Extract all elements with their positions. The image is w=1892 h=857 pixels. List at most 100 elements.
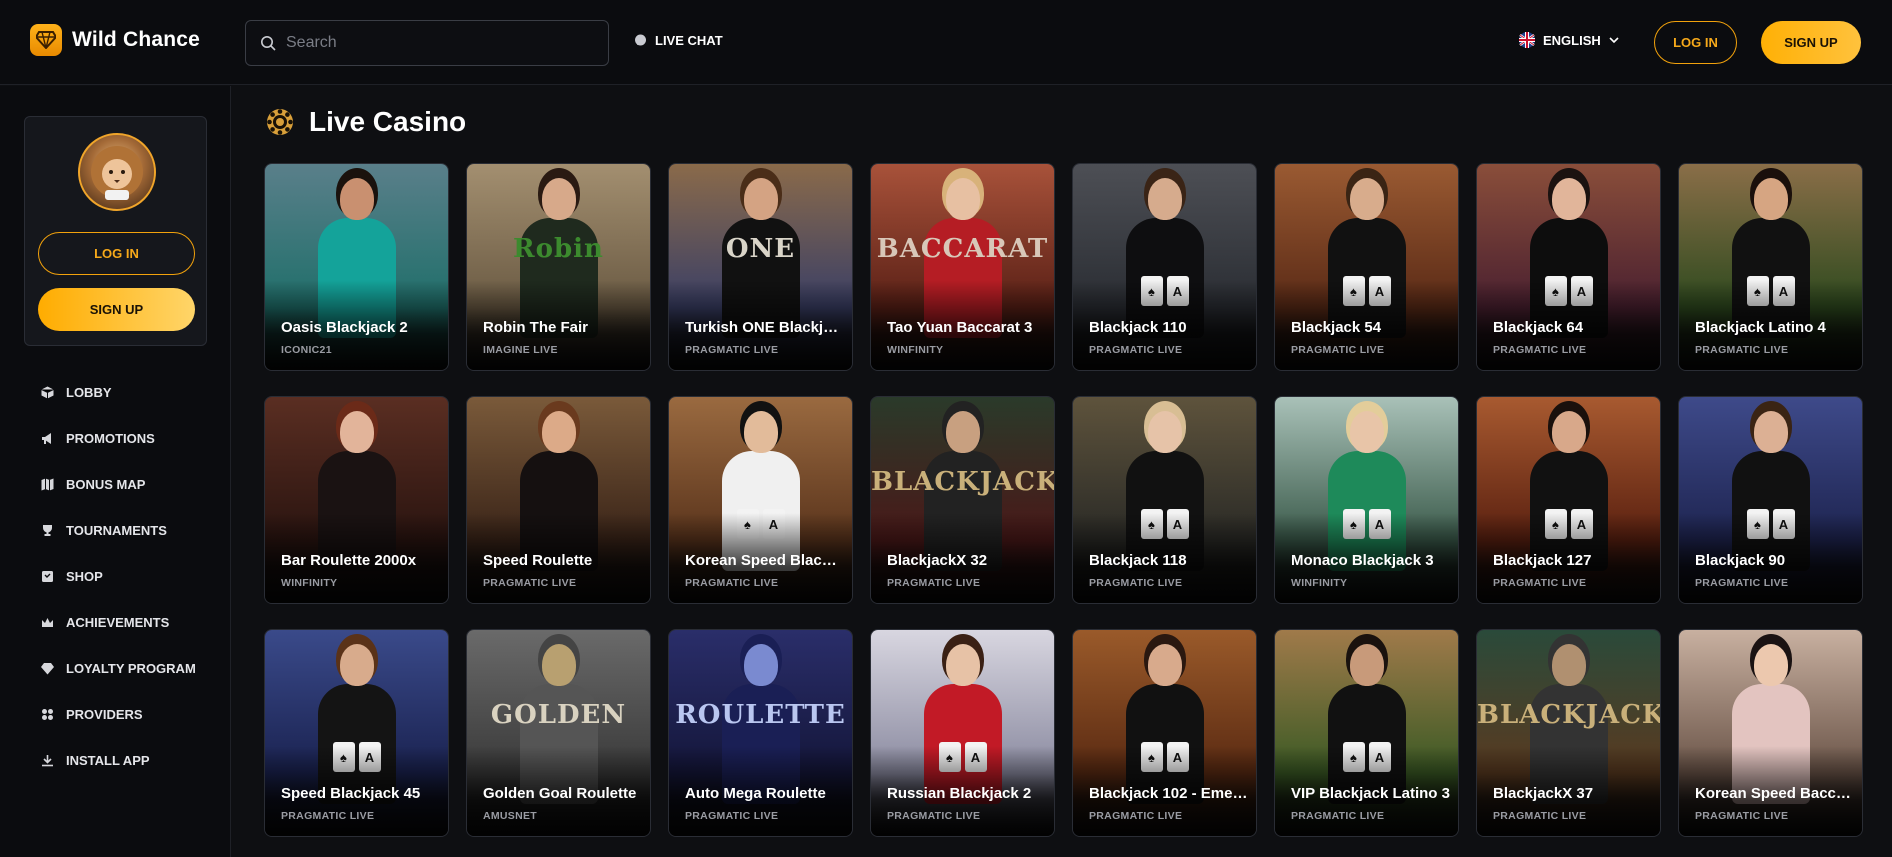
game-card[interactable]: Oasis Blackjack 2 ICONIC21 [264,163,449,371]
game-title: Blackjack 127 [1493,552,1592,569]
sidebar-item-install-app[interactable]: INSTALL APP [40,737,196,783]
game-title: Robin The Fair [483,319,588,336]
grid-icon [40,707,54,721]
game-card[interactable]: ONE Turkish ONE Blackjack PRAGMATIC LIVE [668,163,853,371]
trophy-icon [40,523,54,537]
game-title: Korean Speed Baccar... [1695,785,1854,802]
game-card[interactable]: ♠AVIP Blackjack Latino 3PRAGMATIC LIVE [1274,629,1459,837]
sidebar-item-promotions[interactable]: PROMOTIONS [40,415,196,461]
game-provider: PRAGMATIC LIVE [887,810,981,822]
game-title: Blackjack 102 - Emerald [1089,785,1248,802]
game-provider: PRAGMATIC LIVE [1291,810,1385,822]
game-provider: PRAGMATIC LIVE [685,810,779,822]
sidebar-item-label: LOYALTY PROGRAM [66,660,196,676]
search-box[interactable] [245,20,609,66]
game-card[interactable]: Speed Roulette PRAGMATIC LIVE [466,396,651,604]
game-title: Blackjack 90 [1695,552,1786,569]
game-provider: IMAGINE LIVE [483,344,558,356]
sidebar-item-loyalty-program[interactable]: LOYALTY PROGRAM [40,645,196,691]
live-chat-link[interactable]: LIVE CHAT [634,33,723,48]
game-provider: PRAGMATIC LIVE [685,344,779,356]
game-title: Golden Goal Roulette [483,785,637,802]
diamond-logo-icon [30,24,62,56]
game-card[interactable]: ♠ABlackjack 118PRAGMATIC LIVE [1072,396,1257,604]
cube-icon [40,385,54,399]
game-provider: PRAGMATIC LIVE [483,577,577,589]
sidebar-item-tournaments[interactable]: TOURNAMENTS [40,507,196,553]
game-logo-text: ONE [725,234,796,264]
game-logo-text: Robin [513,234,604,264]
search-input[interactable] [286,34,586,52]
game-card[interactable]: ♠ABlackjack 64PRAGMATIC LIVE [1476,163,1661,371]
page-title: Live Casino [309,106,467,137]
sidebar-item-label: INSTALL APP [66,752,150,768]
game-title: Tao Yuan Baccarat 3 [887,319,1033,336]
game-card[interactable]: BLACKJACK BlackjackX 32 PRAGMATIC LIVE [870,396,1055,604]
game-card[interactable]: Korean Speed Baccar... PRAGMATIC LIVE [1678,629,1863,837]
sidebar-item-providers[interactable]: PROVIDERS [40,691,196,737]
megaphone-icon [40,431,54,445]
sidebar-item-label: TOURNAMENTS [66,522,167,538]
brand-logo[interactable]: Wild Chance [30,24,200,56]
sidebar-item-bonus-map[interactable]: BONUS MAP [40,461,196,507]
game-provider: WINFINITY [887,344,944,356]
game-card[interactable]: ♠ABlackjack 90PRAGMATIC LIVE [1678,396,1863,604]
game-logo-text: BLACKJACK [871,467,1055,497]
sidebar-item-achievements[interactable]: ACHIEVEMENTS [40,599,196,645]
game-card[interactable]: Bar Roulette 2000x WINFINITY [264,396,449,604]
sidebar-item-lobby[interactable]: LOBBY [40,369,196,415]
game-title: Blackjack 118 [1089,552,1187,569]
game-title: Korean Speed Blackja... [685,552,844,569]
header-signup-button[interactable]: SIGN UP [1761,21,1861,64]
game-logo-text: BLACKJACK [1477,700,1661,730]
game-provider: PRAGMATIC LIVE [1291,344,1385,356]
language-selector[interactable]: ENGLISH [1519,32,1619,48]
avatar [78,133,156,211]
game-card[interactable]: ♠AKorean Speed Blackja...PRAGMATIC LIVE [668,396,853,604]
game-title: VIP Blackjack Latino 3 [1291,785,1450,802]
game-card[interactable]: BLACKJACK BlackjackX 37 PRAGMATIC LIVE [1476,629,1661,837]
game-card[interactable]: ♠ASpeed Blackjack 45PRAGMATIC LIVE [264,629,449,837]
map-icon [40,477,54,491]
game-card[interactable]: ROULETTE Auto Mega Roulette PRAGMATIC LIVE [668,629,853,837]
game-provider: PRAGMATIC LIVE [1493,344,1587,356]
search-icon [261,36,276,51]
game-card[interactable]: ♠ABlackjack 54PRAGMATIC LIVE [1274,163,1459,371]
sidebar-item-label: LOBBY [66,384,112,400]
chevron-down-icon [1609,37,1619,44]
game-provider: WINFINITY [281,577,338,589]
sidebar-login-button[interactable]: LOG IN [38,232,195,275]
game-grid: Oasis Blackjack 2 ICONIC21 Robin Robin The … [264,163,1863,837]
game-provider: PRAGMATIC LIVE [1695,577,1789,589]
diamond-icon [40,661,54,675]
sidebar-item-shop[interactable]: SHOP [40,553,196,599]
sidebar-signup-button[interactable]: SIGN UP [38,288,195,331]
game-provider: PRAGMATIC LIVE [1493,577,1587,589]
sidebar-item-label: PROMOTIONS [66,430,155,446]
crown-icon [40,615,54,629]
game-card[interactable]: ♠ARussian Blackjack 2PRAGMATIC LIVE [870,629,1055,837]
game-title: BlackjackX 32 [887,552,988,569]
game-card[interactable]: ♠ABlackjack 127PRAGMATIC LIVE [1476,396,1661,604]
game-title: Bar Roulette 2000x [281,552,417,569]
sidebar-item-label: BONUS MAP [66,476,146,492]
game-card[interactable]: ♠AMonaco Blackjack 3WINFINITY [1274,396,1459,604]
live-chat-label: LIVE CHAT [655,33,723,48]
game-card[interactable]: ♠ABlackjack Latino 4PRAGMATIC LIVE [1678,163,1863,371]
brand-name: Wild Chance [72,28,201,51]
game-provider: PRAGMATIC LIVE [887,577,981,589]
page-header: Live Casino [265,106,466,138]
game-logo-text: GOLDEN [490,700,627,730]
header-login-button[interactable]: LOG IN [1654,21,1737,64]
game-provider: AMUSNET [483,810,538,822]
game-card[interactable]: GOLDEN Golden Goal Roulette AMUSNET [466,629,651,837]
game-card[interactable]: ♠ABlackjack 110PRAGMATIC LIVE [1072,163,1257,371]
game-card[interactable]: Robin Robin The Fair IMAGINE LIVE [466,163,651,371]
sidebar: LOG IN SIGN UP LOBBY PROMOTIONS BONUS MA… [0,86,231,857]
download-icon [40,753,54,767]
game-title: Speed Roulette [483,552,593,569]
game-title: Monaco Blackjack 3 [1291,552,1434,569]
game-card[interactable]: BACCARAT Tao Yuan Baccarat 3 WINFINITY [870,163,1055,371]
game-title: Blackjack Latino 4 [1695,319,1826,336]
game-card[interactable]: ♠ABlackjack 102 - EmeraldPRAGMATIC LIVE [1072,629,1257,837]
